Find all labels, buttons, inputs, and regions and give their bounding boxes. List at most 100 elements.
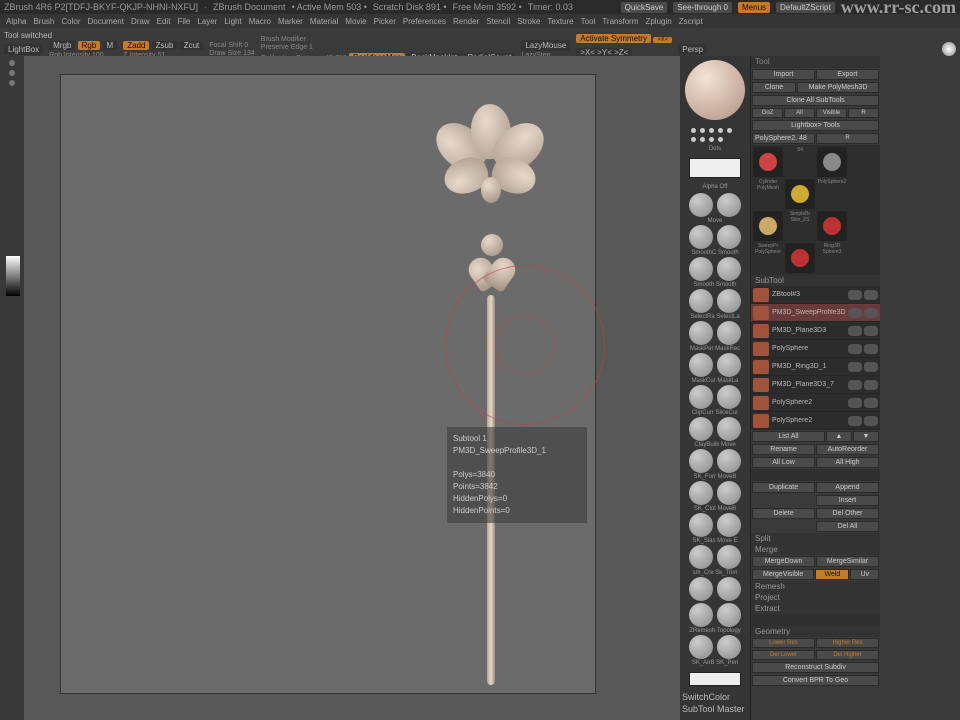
switchcolor-button[interactable]: SwitchColor xyxy=(682,692,748,702)
alpha-slot[interactable] xyxy=(689,158,741,178)
visibility-icon[interactable] xyxy=(848,308,862,318)
mergesimilar-button[interactable]: MergeSimilar xyxy=(816,556,879,567)
brush-icon[interactable] xyxy=(688,634,714,660)
m-toggle[interactable]: M xyxy=(103,41,118,50)
brush-icon[interactable] xyxy=(688,288,714,314)
brush-icon[interactable] xyxy=(716,192,742,218)
lightbox-tools-button[interactable]: Lightbox> Tools xyxy=(752,120,879,131)
eye-icon[interactable] xyxy=(864,362,878,372)
delall-button[interactable]: Del All xyxy=(816,521,879,532)
subtool-item[interactable]: PolySphere2 xyxy=(751,394,880,412)
mergedown-button[interactable]: MergeDown xyxy=(752,556,815,567)
menu-edit[interactable]: Edit xyxy=(157,17,171,26)
gradient-picker[interactable] xyxy=(6,256,20,296)
eye-icon[interactable] xyxy=(864,326,878,336)
menu-movie[interactable]: Movie xyxy=(345,17,366,26)
merge-header[interactable]: Merge xyxy=(751,544,880,555)
eye-icon[interactable] xyxy=(864,398,878,408)
menu-material[interactable]: Material xyxy=(310,17,338,26)
clone-all-button[interactable]: Clone All SubTools xyxy=(752,95,879,106)
menu-render[interactable]: Render xyxy=(453,17,479,26)
mergevisible-button[interactable]: MergeVisible xyxy=(752,569,814,580)
subtool-item[interactable]: PM3D_Plane3D3 xyxy=(751,322,880,340)
brush-icon[interactable] xyxy=(688,512,714,538)
clone-button[interactable]: Clone xyxy=(752,82,796,93)
menu-tool[interactable]: Tool xyxy=(581,17,596,26)
polysphere-slot[interactable]: PolySphere2. 48 xyxy=(752,133,815,144)
project-header[interactable]: Project xyxy=(751,592,880,603)
zscript-button[interactable]: DefaultZScript xyxy=(776,2,835,13)
brush-icon[interactable] xyxy=(688,544,714,570)
brush-icon[interactable] xyxy=(716,448,742,474)
brush-icon[interactable] xyxy=(716,576,742,602)
rgb-toggle[interactable]: Rgb xyxy=(78,41,101,50)
brush-icon[interactable] xyxy=(716,288,742,314)
alllow-button[interactable]: All Low xyxy=(752,457,815,468)
brush-icon[interactable] xyxy=(716,256,742,282)
brush-icon[interactable] xyxy=(688,256,714,282)
subtool-item[interactable]: PM3D_Ring3D_1 xyxy=(751,358,880,376)
convertbpr-button[interactable]: Convert BPR To Geo xyxy=(752,675,879,686)
r-button[interactable]: R xyxy=(816,133,879,144)
eye-icon[interactable] xyxy=(864,416,878,426)
zcut-toggle[interactable]: Zcut xyxy=(180,41,204,50)
brush-icon[interactable] xyxy=(688,224,714,250)
visibility-icon[interactable] xyxy=(848,344,862,354)
menu-alpha[interactable]: Alpha xyxy=(6,17,26,26)
visibility-icon[interactable] xyxy=(848,362,862,372)
zsub-toggle[interactable]: Zsub xyxy=(152,41,178,50)
focal-shift-slider[interactable]: Focal Shift 0 xyxy=(209,42,255,49)
append-button[interactable]: Append xyxy=(816,482,879,493)
quicksave-button[interactable]: QuickSave xyxy=(621,2,668,13)
allhigh-button[interactable]: All High xyxy=(816,457,879,468)
menu-draw[interactable]: Draw xyxy=(131,17,150,26)
brush-icon[interactable] xyxy=(688,320,714,346)
reconstruct-button[interactable]: Reconstruct Subdiv xyxy=(752,662,879,673)
menu-light[interactable]: Light xyxy=(224,17,241,26)
menu-brush[interactable]: Brush xyxy=(33,17,54,26)
tool-thumb[interactable] xyxy=(753,147,783,177)
subtool-item[interactable]: PolySphere2 xyxy=(751,412,880,430)
make-polymesh-button[interactable]: Make PolyMesh3D xyxy=(797,82,879,93)
lightbox-button[interactable]: LightBox xyxy=(4,44,43,55)
tool-thumb[interactable] xyxy=(753,211,783,241)
menu-marker[interactable]: Marker xyxy=(278,17,303,26)
brush-icon[interactable] xyxy=(688,576,714,602)
menu-texture[interactable]: Texture xyxy=(547,17,573,26)
autoreorder-button[interactable]: AutoReorder xyxy=(816,444,879,455)
brush-icon[interactable] xyxy=(716,352,742,378)
goz-r-button[interactable]: R xyxy=(848,108,879,118)
duplicate-button[interactable]: Duplicate xyxy=(752,482,815,493)
brush-icon[interactable] xyxy=(716,544,742,570)
subtool-item[interactable]: PM3D_Plane3D3_7 xyxy=(751,376,880,394)
menu-preferences[interactable]: Preferences xyxy=(403,17,446,26)
menus-toggle[interactable]: Menus xyxy=(738,2,770,13)
preserve-edge-slider[interactable]: Preserve Edge 1 xyxy=(261,44,516,51)
viewport[interactable]: Subtool 1 PM3D_SweepProfile3D_1 Polys=38… xyxy=(24,56,680,720)
goz-button[interactable]: GoZ xyxy=(752,108,783,118)
extract-header[interactable]: Extract xyxy=(751,603,880,614)
brush-icon[interactable] xyxy=(716,384,742,410)
goz-all-button[interactable]: All xyxy=(784,108,815,118)
goz-visible-button[interactable]: Visible xyxy=(816,108,847,118)
menu-stencil[interactable]: Stencil xyxy=(486,17,510,26)
remesh-header[interactable]: Remesh xyxy=(751,581,880,592)
import-button[interactable]: Import xyxy=(752,69,815,80)
tool-thumb[interactable] xyxy=(785,243,815,273)
menu-stroke[interactable]: Stroke xyxy=(517,17,540,26)
menu-zplugin[interactable]: Zplugin xyxy=(645,17,671,26)
brush-icon[interactable] xyxy=(688,192,714,218)
tool-thumb[interactable] xyxy=(785,179,815,209)
subtool-item[interactable]: PM3D_SweepProfile3D_1 xyxy=(751,304,880,322)
document-canvas[interactable]: Subtool 1 PM3D_SweepProfile3D_1 Polys=38… xyxy=(60,74,596,694)
uv-toggle[interactable]: Uv xyxy=(850,569,879,580)
eye-icon[interactable] xyxy=(864,308,878,318)
tool-thumb[interactable] xyxy=(817,211,847,241)
listall-button[interactable]: List All xyxy=(752,431,825,442)
tool-thumb[interactable] xyxy=(817,147,847,177)
export-button[interactable]: Export xyxy=(816,69,879,80)
brush-icon[interactable] xyxy=(688,602,714,628)
menu-file[interactable]: File xyxy=(177,17,190,26)
menu-layer[interactable]: Layer xyxy=(197,17,217,26)
brush-icon[interactable] xyxy=(716,480,742,506)
